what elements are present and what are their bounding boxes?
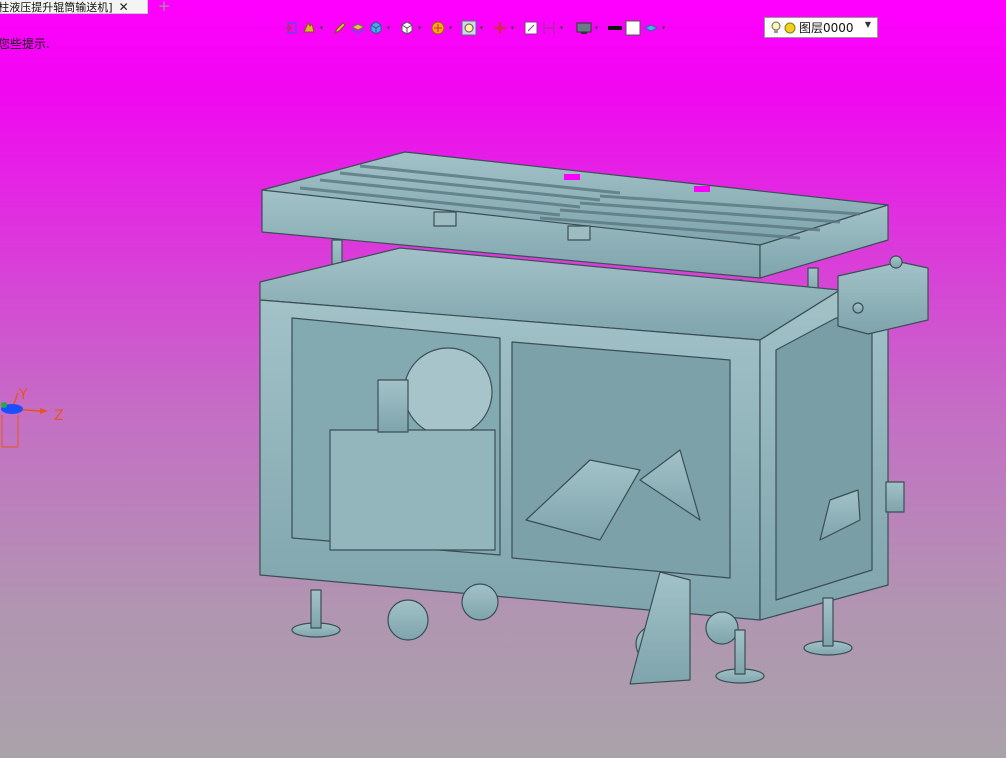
bed-slot [567, 225, 591, 241]
control-knob [852, 302, 864, 314]
conveyor-machine-model[interactable] [0, 0, 1006, 758]
document-tab[interactable]: [柱液压提升辊筒输送机] ✕ [0, 0, 148, 14]
exit-icon[interactable] [282, 18, 300, 38]
line-color-fill [608, 26, 622, 30]
shaded-cube-icon[interactable] [367, 18, 385, 38]
chevron-down-icon[interactable]: ▾ [478, 18, 485, 38]
axis-origin-dot [1, 402, 7, 408]
chevron-down-icon[interactable]: ▾ [385, 18, 392, 38]
bed-window [564, 174, 580, 180]
layer-state-icon [784, 22, 796, 33]
3d-viewport[interactable]: [柱液压提升辊筒输送机] ✕ + 您些提示. ▾ ▾ ▾ ▾ ▾ ▾ ▾ ▾ ▾… [0, 0, 1006, 758]
control-box [837, 261, 929, 335]
foot-stem [310, 589, 322, 629]
z-axis-label: Z [54, 408, 64, 424]
layered-box-icon[interactable] [349, 18, 367, 38]
chevron-down-icon[interactable]: ▾ [593, 18, 600, 38]
caster-wheel [705, 611, 739, 645]
foot-stem [822, 597, 834, 647]
wire-cube-icon[interactable] [398, 18, 416, 38]
display-mode-icon[interactable] [575, 18, 593, 38]
inner-block [377, 379, 409, 433]
document-tab-bar: [柱液压提升辊筒输送机] ✕ + [0, 0, 1006, 14]
pencil-icon[interactable] [331, 18, 349, 38]
chevron-down-icon[interactable]: ▾ [509, 18, 516, 38]
z-axis-arrow [40, 408, 48, 414]
line-color-swatch[interactable] [606, 18, 624, 38]
chevron-down-icon[interactable]: ▾ [416, 18, 423, 38]
chevron-down-icon: ▼ [864, 20, 871, 29]
zoom-icon[interactable] [460, 18, 478, 38]
fill-color-swatch[interactable] [624, 18, 642, 38]
chevron-down-icon[interactable]: ▾ [558, 18, 565, 38]
caster-wheel [387, 599, 429, 641]
inner-motor-box [329, 429, 496, 551]
measure-icon[interactable] [540, 18, 558, 38]
bed-slot [433, 211, 457, 227]
y-axis-label: Y [18, 387, 28, 403]
axis-triad: Z Y [1, 387, 64, 448]
fill-color-fill [625, 20, 641, 36]
foot-stem [734, 629, 746, 675]
chevron-down-icon[interactable]: ▾ [318, 18, 325, 38]
view-toolbar: ▾ ▾ ▾ ▾ ▾ ▾ ▾ ▾ ▾ [282, 16, 673, 40]
rotate-axis-icon[interactable] [491, 18, 509, 38]
frame-side-opening [775, 317, 873, 601]
inner-drum [403, 347, 493, 437]
fit-view-icon[interactable] [522, 18, 540, 38]
chevron-down-icon[interactable]: ▾ [447, 18, 454, 38]
close-icon[interactable]: ✕ [119, 1, 129, 13]
layer-name: 图层0000 [799, 21, 854, 35]
layer-select[interactable]: 图层0000 ▼ [764, 17, 878, 38]
bed-window [694, 186, 710, 192]
frame-front-opening-right [511, 341, 731, 579]
chevron-down-icon[interactable]: ▾ [660, 18, 667, 38]
document-tab-title: [柱液压提升辊筒输送机] [0, 0, 113, 14]
layer-stack-icon[interactable] [642, 18, 660, 38]
hand-pan-icon[interactable] [300, 18, 318, 38]
new-tab-button[interactable]: + [156, 0, 172, 14]
side-tab [885, 481, 905, 513]
caster-wheel [461, 583, 499, 621]
control-knob [889, 255, 903, 269]
section-view-icon[interactable] [429, 18, 447, 38]
axis-bounds [1, 415, 19, 448]
prompt-hint: 您些提示. [0, 37, 50, 51]
lightbulb-icon [771, 21, 781, 33]
